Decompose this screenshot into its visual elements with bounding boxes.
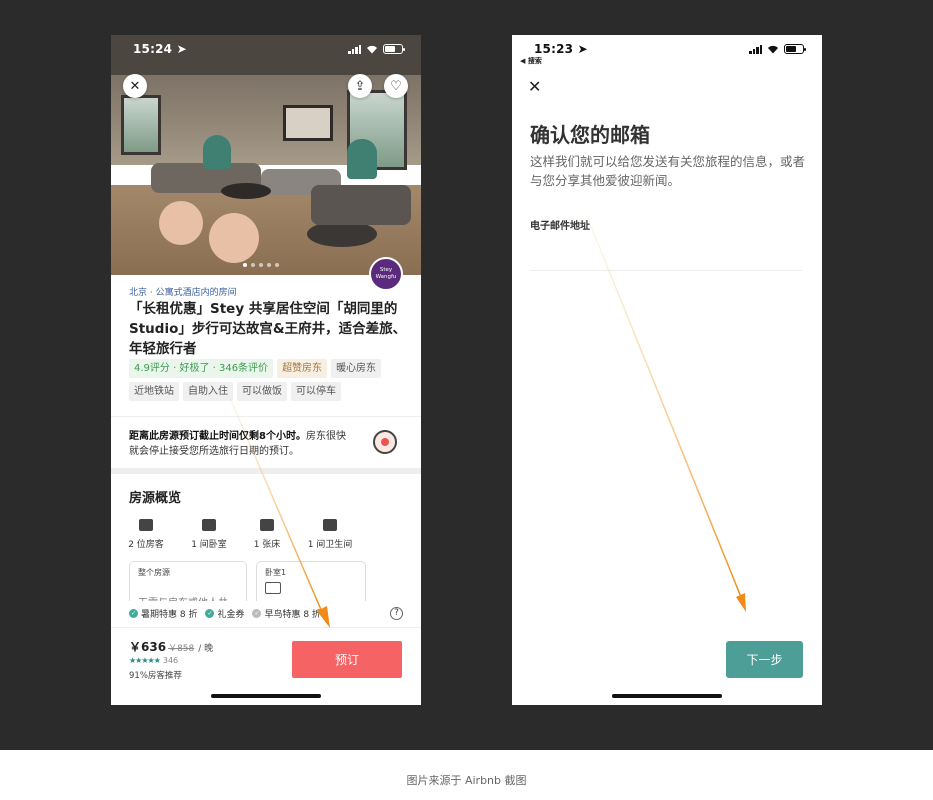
next-button[interactable]: 下一步 — [726, 641, 803, 678]
check-icon: ✓ — [252, 608, 262, 618]
share-icon: ⇪ — [354, 78, 366, 94]
back-to-search[interactable]: ◀ 搜索 — [520, 56, 542, 66]
host-avatar[interactable]: Stey Wangfu — [369, 257, 403, 291]
amenity-label: 1 张床 — [253, 540, 281, 550]
check-icon: ✓ — [205, 608, 215, 618]
photo-window — [121, 95, 161, 155]
signal-icon — [749, 44, 762, 54]
amenity-beds: 1 张床 — [234, 519, 300, 550]
photo-table — [221, 183, 271, 199]
help-icon[interactable]: ? — [390, 606, 403, 620]
amenity-label: 1 间卧室 — [191, 540, 227, 550]
photo-artwork — [283, 105, 333, 141]
star-icons: ★★★★★ — [129, 656, 161, 665]
book-button[interactable]: 预订 — [292, 641, 402, 678]
amenity-bathrooms: 1 间卫生间 — [297, 519, 363, 550]
status-time: 15:24 ➤ — [133, 42, 187, 56]
status-bar: 15:23 ➤ — [512, 35, 822, 63]
image-caption: 图片来源于 Airbnb 截图 — [406, 774, 527, 787]
promo-label: 礼金券 — [217, 609, 245, 620]
promo-coupon: ✓ 礼金券 — [205, 607, 244, 620]
promo-summer: ✓ 暑期特惠 8 折 — [129, 607, 197, 620]
photo-pouf — [209, 213, 259, 263]
tag-rating: 4.9评分 · 好极了 · 346条评价 — [129, 359, 274, 378]
price: ￥636 ￥858/ 晚 — [129, 638, 213, 655]
tag-item: 自助入住 — [183, 382, 233, 401]
price-unit: / 晚 — [198, 644, 214, 654]
confirm-email-screen: 15:23 ➤ ◀ 搜索 ✕ 确认您的邮箱 这样我们就可以给您发送有关您旅程的信… — [512, 35, 822, 705]
tag-item: 暖心房东 — [331, 359, 382, 378]
room-card-label: 整个房源 — [138, 568, 170, 577]
listing-title: 「长租优惠」Stey 共享居住空间「胡同里的Studio」步行可达故宫&王府井，… — [129, 301, 407, 357]
home-indicator — [211, 694, 321, 698]
battery-icon — [784, 44, 806, 54]
wifi-icon — [768, 45, 778, 53]
photo-chair — [203, 135, 231, 169]
amenity-guests: 2 位房客 — [113, 519, 179, 550]
alarm-clock-icon — [373, 430, 397, 454]
promo-label: 早鸟特惠 8 折 — [264, 609, 321, 620]
battery-icon — [383, 44, 405, 54]
presentation-background: 15:24 ➤ ✕ ⇪ ♡ Stey Wangfu 北京 · 公寓式酒店内的房间… — [0, 0, 933, 750]
guests-icon — [139, 519, 153, 531]
status-time: 15:23 ➤ — [534, 42, 588, 56]
wifi-icon — [367, 45, 377, 53]
listing-screen: 15:24 ➤ ✕ ⇪ ♡ Stey Wangfu 北京 · 公寓式酒店内的房间… — [111, 35, 421, 705]
check-icon: ✓ — [129, 608, 138, 618]
email-label: 电子邮件地址 — [530, 221, 590, 232]
bed-icon — [265, 582, 281, 594]
tag-item: 可以停车 — [291, 382, 341, 401]
room-card-label: 卧室1 — [265, 568, 287, 577]
promo-bar: ✓ 暑期特惠 8 折 ✓ 礼金券 ✓ 早鸟特惠 8 折 ? — [111, 601, 421, 625]
listing-tags: 4.9评分 · 好极了 · 346条评价 超赞房东 暖心房东 近地铁站 自助入住… — [129, 359, 409, 401]
photo-chair — [347, 139, 377, 179]
close-icon[interactable]: ✕ — [528, 77, 541, 96]
bathtub-icon — [323, 519, 337, 531]
recommend-rate: 91%房客推荐 — [129, 671, 182, 681]
heart-icon: ♡ — [390, 78, 402, 94]
price-current: ￥636 — [129, 640, 167, 654]
section-divider — [111, 468, 421, 474]
listing-photo[interactable] — [111, 35, 421, 275]
host-avatar-line2: Wangfu — [375, 274, 397, 280]
photo-sofa — [311, 185, 411, 225]
tag-item: 近地铁站 — [129, 382, 179, 401]
page-subtitle: 这样我们就可以给您发送有关您旅程的信息，或者与您分享其他爱彼迎新闻。 — [530, 154, 806, 188]
favorite-button[interactable]: ♡ — [384, 74, 408, 98]
status-bar: 15:24 ➤ — [111, 35, 421, 63]
close-icon: ✕ — [129, 78, 141, 94]
door-icon — [202, 519, 216, 531]
tag-superhost: 超赞房东 — [277, 359, 328, 378]
promo-earlybird: ✓ 早鸟特惠 8 折 — [252, 607, 321, 620]
overview-title: 房源概览 — [129, 491, 182, 506]
photo-pagination-dots — [243, 263, 279, 267]
booking-notice: 距离此房源预订截止时间仅剩8个小时。房东很快就会停止接受您所选旅行日期的预订。 — [129, 429, 351, 459]
rating: ★★★★★ 346 — [129, 656, 178, 665]
listing-location: 北京 · 公寓式酒店内的房间 — [129, 288, 237, 298]
close-button[interactable]: ✕ — [123, 74, 147, 98]
promo-label: 暑期特惠 8 折 — [141, 609, 198, 620]
amenity-label: 2 位房客 — [128, 540, 164, 550]
signal-icon — [348, 44, 361, 54]
bed-icon — [260, 519, 274, 531]
rating-count: 346 — [162, 656, 179, 665]
email-field[interactable] — [530, 235, 802, 271]
page-title: 确认您的邮箱 — [530, 123, 650, 147]
host-avatar-line1: Stey — [379, 267, 393, 274]
booking-notice-bold: 距离此房源预订截止时间仅剩8个小时。 — [129, 431, 306, 442]
divider — [111, 416, 421, 417]
photo-pouf — [159, 201, 203, 245]
tag-item: 可以做饭 — [237, 382, 287, 401]
share-button[interactable]: ⇪ — [348, 74, 372, 98]
amenity-bedrooms: 1 间卧室 — [176, 519, 242, 550]
amenity-label: 1 间卫生间 — [307, 540, 353, 550]
home-indicator — [612, 694, 722, 698]
price-original: ￥858 — [168, 644, 195, 654]
